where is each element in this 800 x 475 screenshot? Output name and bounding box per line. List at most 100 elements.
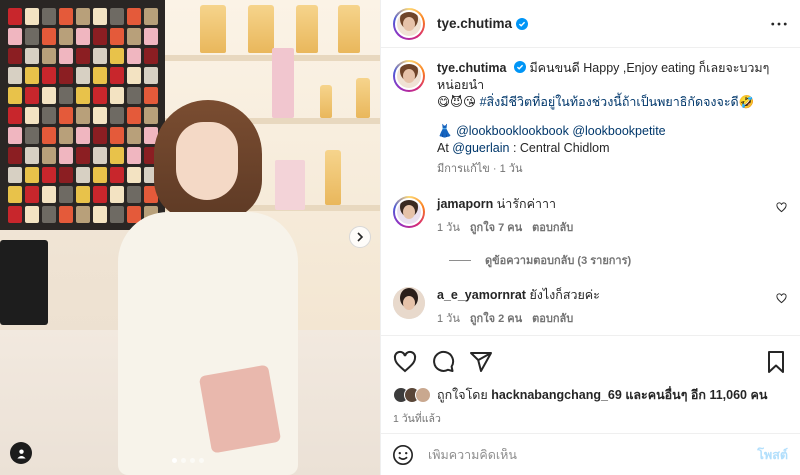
photo-jar <box>42 27 56 45</box>
comment-time[interactable]: 1 วัน <box>437 311 460 328</box>
more-options-button[interactable] <box>770 22 788 26</box>
photo-jar <box>144 8 158 25</box>
comment-time[interactable]: 1 วัน <box>437 220 460 237</box>
photo-jar <box>25 47 39 65</box>
photo-bottle <box>296 5 318 53</box>
photo-jar <box>42 47 56 65</box>
photo-jar <box>127 67 141 85</box>
photo-jar <box>8 107 22 124</box>
photo-jar <box>25 186 39 204</box>
photo-jar <box>76 8 90 25</box>
author-username[interactable]: tye.chutima <box>437 16 512 31</box>
comment-likes[interactable]: ถูกใจ 7 คน <box>470 220 522 237</box>
user-tag-icon <box>16 448 26 459</box>
photo-jar <box>25 87 39 105</box>
photo-jar <box>59 107 73 124</box>
mentions-emoji: 👗 <box>437 124 453 138</box>
comment-likes[interactable]: ถูกใจ 2 คน <box>470 311 522 328</box>
caption-time[interactable]: 1 วัน <box>500 163 523 175</box>
posted-time[interactable]: 1 วันที่แล้ว <box>393 410 788 427</box>
view-replies-button[interactable]: ดูข้อความตอบกลับ (3 รายการ) <box>449 251 788 269</box>
likes-connector: และ <box>625 388 648 402</box>
photo-jar <box>93 47 107 65</box>
heart-icon[interactable] <box>393 350 417 374</box>
bookmark-icon[interactable] <box>764 350 788 374</box>
photo-jar <box>42 126 56 144</box>
post-comment-button[interactable]: โพสต์ <box>757 445 788 465</box>
mention-link[interactable]: @lookbookpetite <box>572 124 665 138</box>
carousel-dots <box>172 458 204 463</box>
comment-username[interactable]: jamaporn <box>437 197 493 211</box>
photo-jar <box>8 8 22 25</box>
photo-jar <box>25 8 39 25</box>
carousel-dot <box>199 458 204 463</box>
photo-jar <box>93 146 107 164</box>
comment-reply-button[interactable]: ตอบกลับ <box>532 311 573 328</box>
comment-item: jamaporn น่ารักค่าาา 1 วัน ถูกใจ 7 คน ตอ… <box>393 196 788 237</box>
photo-jar <box>76 87 90 105</box>
photo-jar <box>59 126 73 144</box>
caption-meta: มีการแก้ไข · 1 วัน <box>437 163 523 175</box>
caption-author-avatar[interactable] <box>393 60 425 92</box>
comment-icon[interactable] <box>431 350 455 374</box>
author-avatar[interactable] <box>393 7 425 40</box>
photo-jar <box>8 67 22 85</box>
photo-jar <box>127 47 141 65</box>
location-mention[interactable]: @guerlain <box>452 141 509 155</box>
liker-avatars <box>393 387 431 403</box>
post-photo[interactable] <box>0 0 380 475</box>
comment-like-button[interactable] <box>774 202 788 237</box>
comment-text: ยังไงก็สวยค่ะ <box>529 288 600 302</box>
comments-list[interactable]: tye.chutima มีคนขนดี Happy ,Enjoy eating… <box>381 48 800 335</box>
photo-jar <box>59 186 73 204</box>
comment-username[interactable]: a_e_yamornrat <box>437 288 526 302</box>
photo-jar <box>42 87 56 105</box>
photo-jar <box>42 206 56 223</box>
commenter-avatar[interactable] <box>393 196 425 228</box>
post-side-panel: tye.chutima tye.chutima มีคนขนดี Happy ,… <box>380 0 800 475</box>
photo-jar <box>25 126 39 144</box>
photo-jar <box>8 126 22 144</box>
photo-bottle <box>320 85 332 118</box>
tagged-users-button[interactable] <box>10 442 32 464</box>
photo-jar <box>93 8 107 25</box>
comment-reply-button[interactable]: ตอบกลับ <box>532 220 573 237</box>
comment-like-button[interactable] <box>774 293 788 328</box>
caption-body: tye.chutima มีคนขนดี Happy ,Enjoy eating… <box>437 60 788 178</box>
photo-jar <box>127 27 141 45</box>
comment-input[interactable] <box>428 447 758 462</box>
photo-jar <box>42 8 56 25</box>
comment-body: a_e_yamornrat ยังไงก็สวยค่ะ 1 วัน ถูกใจ … <box>437 287 774 328</box>
comment-body: jamaporn น่ารักค่าาา 1 วัน ถูกใจ 7 คน ตอ… <box>437 196 774 237</box>
photo-jar <box>42 166 56 184</box>
commenter-avatar[interactable] <box>393 287 425 319</box>
liker-username[interactable]: hacknabangchang_69 <box>491 388 622 402</box>
photo-bottle <box>325 150 341 205</box>
caption-username[interactable]: tye.chutima <box>437 61 506 75</box>
chevron-right-icon <box>357 232 364 242</box>
add-comment-bar: โพสต์ <box>380 433 800 475</box>
share-icon[interactable] <box>469 350 493 374</box>
carousel-dot <box>190 458 195 463</box>
photo-jar <box>76 166 90 184</box>
photo-jar <box>110 27 124 45</box>
photo-jar <box>76 206 90 223</box>
photo-jar <box>76 126 90 144</box>
photo-jar <box>25 107 39 124</box>
photo-jar <box>59 206 73 223</box>
photo-jar <box>8 146 22 164</box>
caption-hashtag[interactable]: #สิ่งมีชีวิตที่อยู่ในท้องช่วงนี้ถ้าเป็นพ… <box>480 95 755 109</box>
photo-jar <box>42 107 56 124</box>
caption-emoji: 😋😈😘 <box>437 95 477 109</box>
next-photo-button[interactable] <box>349 226 371 248</box>
likes-others[interactable]: คนอื่นๆ อีก 11,060 คน <box>648 385 768 405</box>
photo-jar <box>93 107 107 124</box>
comment-meta: 1 วัน ถูกใจ 2 คน ตอบกลับ <box>437 311 774 328</box>
photo-jar <box>59 67 73 85</box>
emoji-icon[interactable] <box>392 444 414 466</box>
mention-link[interactable]: @lookbooklookbook <box>456 124 569 138</box>
verified-badge-icon <box>513 61 526 73</box>
photo-jar <box>8 186 22 204</box>
photo-jar <box>93 87 107 105</box>
view-replies-label: ดูข้อความตอบกลับ (3 รายการ) <box>485 255 632 267</box>
